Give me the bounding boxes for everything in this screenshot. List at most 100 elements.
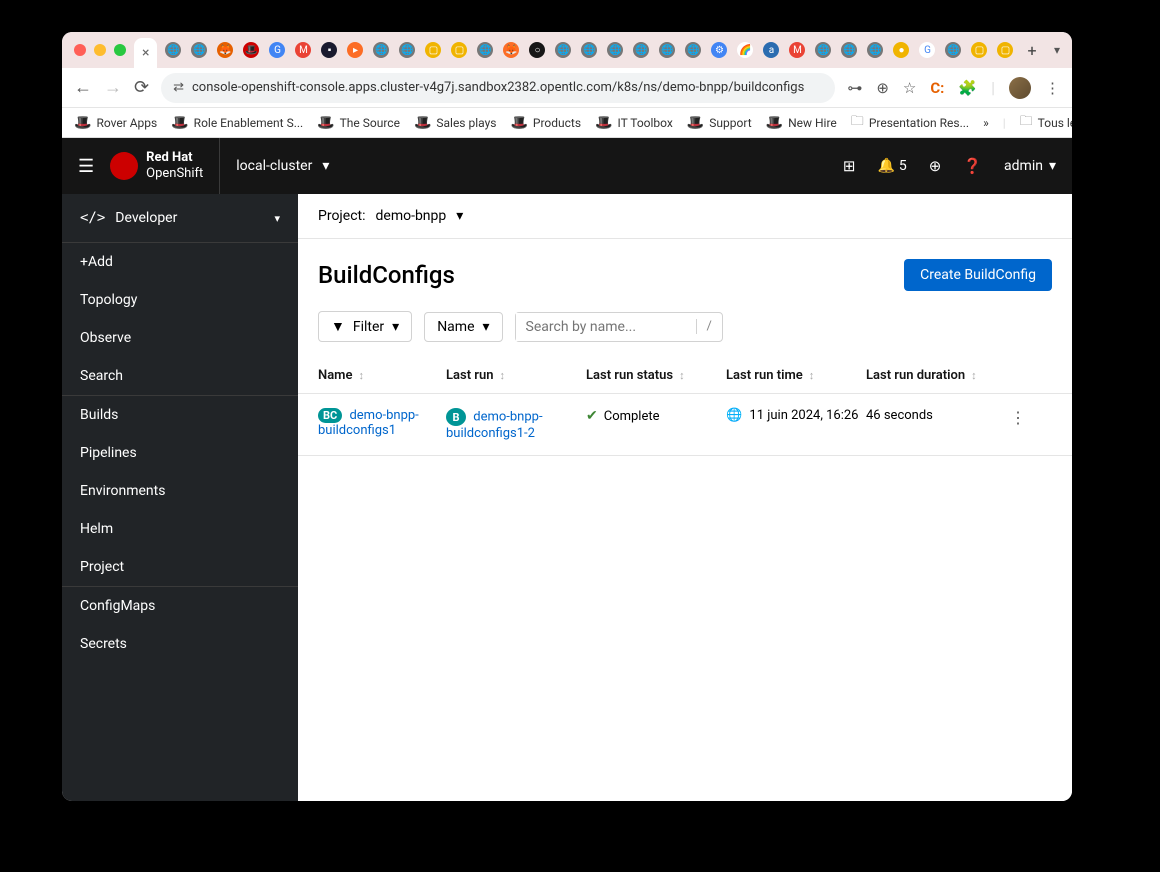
help-icon[interactable]: ❓ xyxy=(963,157,982,175)
tab-favicon[interactable]: ⚙ xyxy=(711,42,727,58)
profile-avatar[interactable] xyxy=(1009,77,1031,99)
bookmark-star-icon[interactable]: ☆ xyxy=(903,79,916,97)
all-bookmarks[interactable]: 🗀Tous les favoris xyxy=(1020,112,1072,134)
nav-helm[interactable]: Helm xyxy=(62,510,298,548)
new-tab-button[interactable]: + xyxy=(1027,41,1036,60)
bookmark-item[interactable]: 🎩Sales plays xyxy=(414,115,497,131)
tab-favicon[interactable]: 🌐 xyxy=(165,42,181,58)
col-time[interactable]: Last run time↕ xyxy=(726,368,866,383)
tab-favicon[interactable]: 🌐 xyxy=(477,42,493,58)
tab-favicon[interactable]: ● xyxy=(893,42,909,58)
nav-secrets[interactable]: Secrets xyxy=(62,625,298,663)
project-selector[interactable]: Project: demo-bnpp ▾ xyxy=(298,194,1072,239)
reload-button[interactable]: ⟳ xyxy=(134,77,149,98)
tab-close-icon[interactable]: × xyxy=(142,45,149,61)
extensions-icon[interactable]: 🧩 xyxy=(958,79,977,97)
kebab-menu-icon[interactable]: ⋮ xyxy=(1010,408,1026,427)
tab-favicon[interactable]: ▢ xyxy=(971,42,987,58)
nav-configmaps[interactable]: ConfigMaps xyxy=(62,587,298,625)
tab-favicon[interactable]: 🦊 xyxy=(503,42,519,58)
perspective-switcher[interactable]: </> Developer ▾ xyxy=(62,194,298,243)
tab-favicon[interactable]: 🌐 xyxy=(399,42,415,58)
hamburger-icon[interactable]: ☰ xyxy=(78,156,94,177)
translate-icon[interactable]: ⊕ xyxy=(876,79,889,97)
plus-circle-icon[interactable]: ⊕ xyxy=(929,157,942,175)
tab-favicon[interactable]: G xyxy=(269,42,285,58)
back-button[interactable]: ← xyxy=(74,77,92,98)
tab-favicon[interactable]: ▪ xyxy=(321,42,337,58)
tab-favicon[interactable]: 🌐 xyxy=(581,42,597,58)
tab-favicon[interactable]: 🎩 xyxy=(243,42,259,58)
tab-favicon[interactable]: 🌐 xyxy=(945,42,961,58)
apps-grid-icon[interactable]: ⊞ xyxy=(843,157,856,175)
tab-favicon[interactable]: ▸ xyxy=(347,42,363,58)
nav-add[interactable]: +Add xyxy=(62,243,298,281)
col-status[interactable]: Last run status↕ xyxy=(586,368,726,383)
tab-overflow-icon[interactable]: ▾ xyxy=(1054,43,1060,57)
tab-favicon[interactable]: ○ xyxy=(529,42,545,58)
bookmarks-overflow-icon[interactable]: » xyxy=(983,116,989,130)
minimize-window[interactable] xyxy=(94,44,106,56)
nav-environments[interactable]: Environments xyxy=(62,472,298,510)
nav-builds[interactable]: Builds xyxy=(62,396,298,434)
bookmark-item[interactable]: 🎩Products xyxy=(510,115,581,131)
bookmark-item[interactable]: 🗀Presentation Res... xyxy=(851,112,969,134)
redhat-icon: 🎩 xyxy=(414,115,431,131)
filter-icon: ▼ xyxy=(331,318,345,335)
user-menu[interactable]: admin ▾ xyxy=(1004,158,1056,174)
bookmark-item[interactable]: 🎩New Hire xyxy=(766,115,837,131)
nav-observe[interactable]: Observe xyxy=(62,319,298,357)
tab-favicon[interactable]: ▢ xyxy=(425,42,441,58)
tab-favicon[interactable]: 🌐 xyxy=(191,42,207,58)
nav-search[interactable]: Search xyxy=(62,357,298,395)
tab-favicon[interactable]: 🌐 xyxy=(633,42,649,58)
nav-project[interactable]: Project xyxy=(62,548,298,586)
col-duration[interactable]: Last run duration↕ xyxy=(866,368,996,383)
forward-button[interactable]: → xyxy=(104,77,122,98)
url-bar[interactable]: ⇄ console-openshift-console.apps.cluster… xyxy=(161,73,835,103)
bookmark-item[interactable]: 🎩The Source xyxy=(317,115,400,131)
filter-button[interactable]: ▼ Filter ▾ xyxy=(318,311,412,342)
active-tab[interactable]: × xyxy=(134,38,157,68)
password-icon[interactable]: ⊶ xyxy=(847,79,862,97)
tab-favicon[interactable]: 🌐 xyxy=(841,42,857,58)
search-input[interactable] xyxy=(516,313,696,341)
tab-favicon[interactable]: 🌐 xyxy=(373,42,389,58)
create-buildconfig-button[interactable]: Create BuildConfig xyxy=(904,259,1052,291)
bookmark-item[interactable]: 🎩Rover Apps xyxy=(74,115,157,131)
browser-menu-icon[interactable]: ⋮ xyxy=(1045,79,1060,97)
site-info-icon[interactable]: ⇄ xyxy=(173,80,184,95)
bookmark-item[interactable]: 🎩IT Toolbox xyxy=(595,115,673,131)
tab-favicon[interactable]: M xyxy=(789,42,805,58)
cluster-selector[interactable]: local-cluster ▾ xyxy=(219,138,345,194)
tab-favicon[interactable]: M xyxy=(295,42,311,58)
col-name[interactable]: Name↕ xyxy=(318,368,446,383)
table-header: Name↕ Last run↕ Last run status↕ Last ru… xyxy=(298,358,1072,394)
tab-favicon[interactable]: ▢ xyxy=(997,42,1013,58)
tab-favicon[interactable]: ▢ xyxy=(451,42,467,58)
name-filter-button[interactable]: Name ▾ xyxy=(424,312,502,342)
bookmark-item[interactable]: 🎩Role Enablement S... xyxy=(171,115,303,131)
tab-favicon[interactable]: 🌐 xyxy=(607,42,623,58)
tab-favicon[interactable]: G xyxy=(919,42,935,58)
bookmark-item[interactable]: 🎩Support xyxy=(687,115,752,131)
tab-favicon[interactable]: 🦊 xyxy=(217,42,233,58)
notifications-button[interactable]: 🔔 5 xyxy=(877,158,906,174)
maximize-window[interactable] xyxy=(114,44,126,56)
logo[interactable]: Red Hat OpenShift xyxy=(110,150,203,181)
redhat-icon: 🎩 xyxy=(687,115,704,131)
nav-topology[interactable]: Topology xyxy=(62,281,298,319)
col-lastrun[interactable]: Last run↕ xyxy=(446,368,586,383)
tab-favicon[interactable]: 🌐 xyxy=(555,42,571,58)
openshift-app: ☰ Red Hat OpenShift local-cluster ▾ ⊞ 🔔 … xyxy=(62,138,1072,801)
tab-favicon[interactable]: 🌐 xyxy=(685,42,701,58)
tab-favicon[interactable]: a xyxy=(763,42,779,58)
extension-icon[interactable]: C: xyxy=(930,79,944,97)
tab-favicon[interactable]: 🌐 xyxy=(867,42,883,58)
close-window[interactable] xyxy=(74,44,86,56)
search-field: / xyxy=(515,312,723,342)
tab-favicon[interactable]: 🌐 xyxy=(659,42,675,58)
nav-pipelines[interactable]: Pipelines xyxy=(62,434,298,472)
tab-favicon[interactable]: 🌈 xyxy=(737,42,753,58)
tab-favicon[interactable]: 🌐 xyxy=(815,42,831,58)
